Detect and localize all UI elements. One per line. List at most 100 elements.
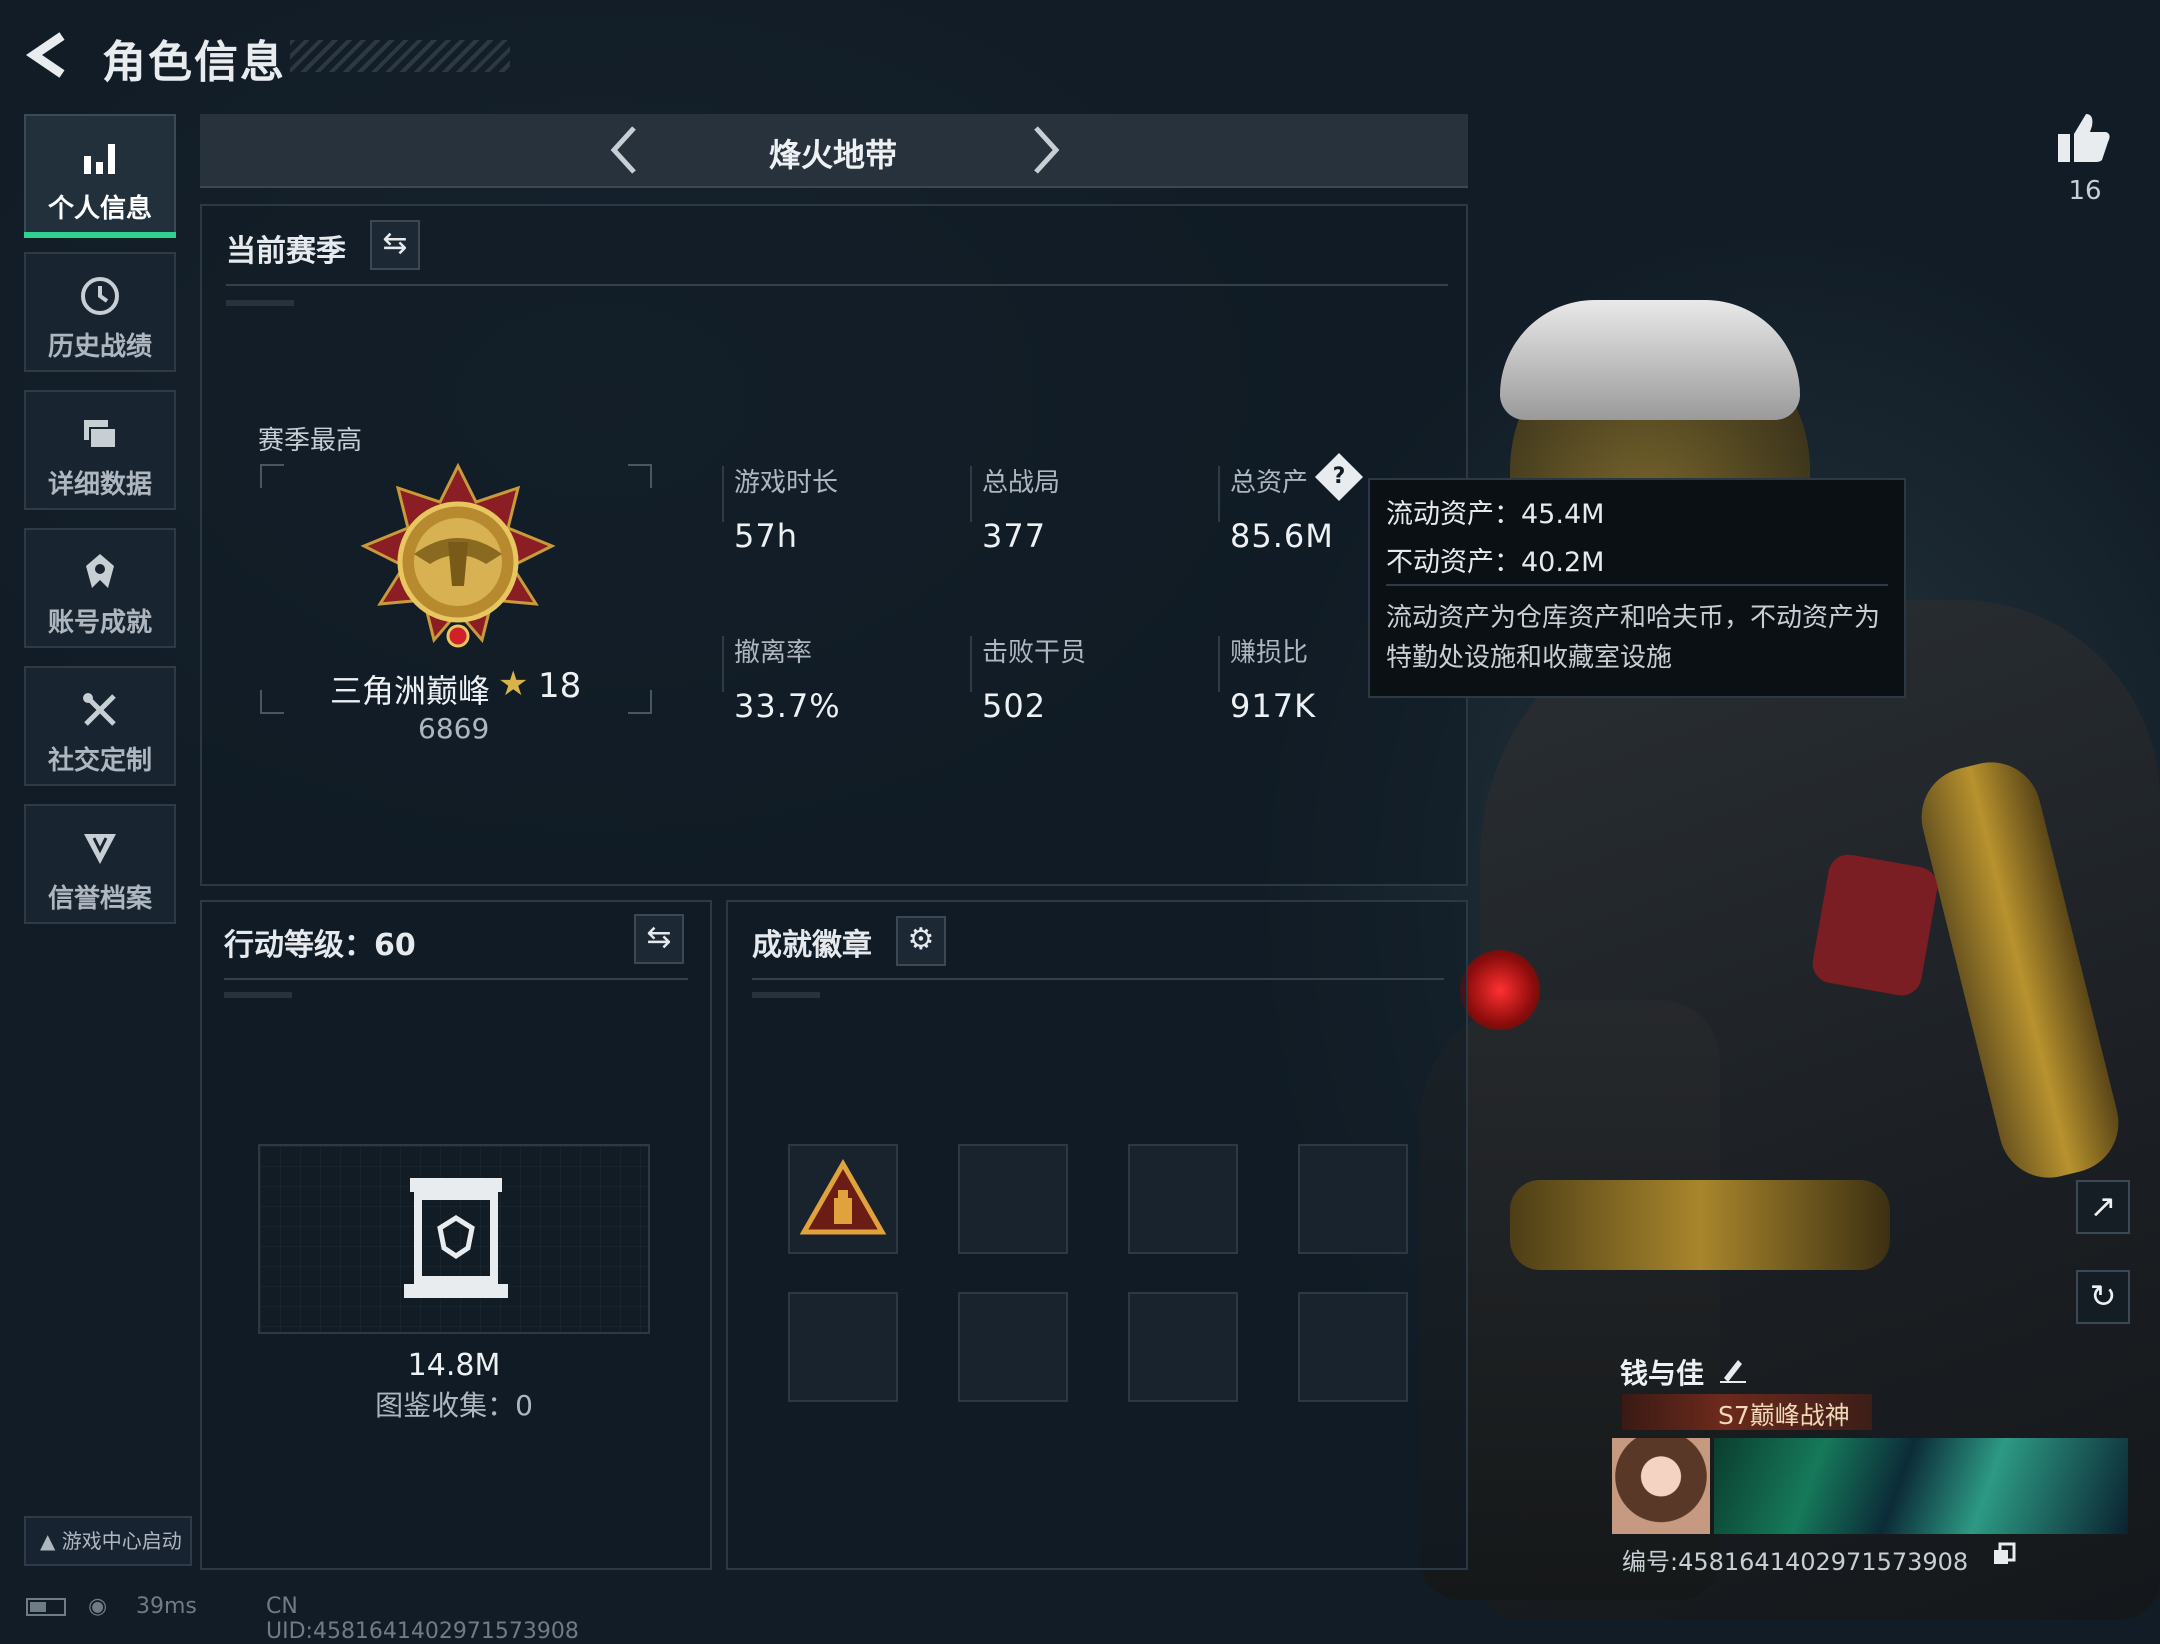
bell-icon: ▲ [40,1529,56,1553]
gear-icon: ⚙ [907,922,935,957]
sidebar-item-label: 社交定制 [47,746,152,776]
season-best-label: 赛季最高 [258,426,363,456]
assets-tooltip: 流动资产：45.4M 不动资产：40.2M 流动资产为仓库资产和哈夫币，不动资产… [1368,478,1906,698]
refresh-icon: ↻ [2089,1277,2117,1315]
sidebar-item-history[interactable]: 历史战绩 [24,252,176,372]
badge-slot-empty[interactable] [958,1144,1068,1254]
chevron-right-icon [1034,126,1060,174]
sidebar-item-label: 信誉档案 [47,884,152,914]
rank-star-count: 18 [538,666,582,706]
rank-emblem-icon [360,462,556,648]
sidebar-item-label: 账号成就 [47,608,152,638]
frame-corner [628,464,652,488]
badges-settings-button[interactable]: ⚙ [896,916,946,966]
stat-label: 游戏时长 [734,468,839,498]
account-uid: CN UID:4581641402971573908 [266,1594,579,1644]
folder-icon [78,412,122,456]
decor-tag [752,992,820,998]
character-hair [1500,300,1800,420]
stat-divider [722,466,724,522]
rank-score: 6869 [418,712,490,745]
badge-slot-empty[interactable] [788,1292,898,1402]
frame-corner [260,690,284,714]
mode-prev-button[interactable] [600,124,650,176]
rotate-button[interactable]: ↻ [2076,1270,2130,1324]
stat-label: 撤离率 [734,638,813,668]
stat-total-matches: 总战局 377 [982,462,1060,555]
decor-tag [226,300,294,306]
action-level-title: 行动等级：60 [224,928,416,963]
sidebar-item-achievements[interactable]: 账号成就 [24,528,176,648]
sidebar-item-personal-info[interactable]: 个人信息 [24,114,176,238]
like-count: 16 [2068,176,2102,206]
badge-slot-empty[interactable] [958,1292,1068,1402]
page-title: 角色信息 [102,37,286,88]
badge-slot-empty[interactable] [1298,1144,1408,1254]
ping: 39ms [136,1594,197,1619]
thumbs-up-icon[interactable] [2056,112,2112,164]
stat-play-time: 游戏时长 57h [734,462,838,555]
stat-divider [970,636,972,692]
title-decoration [290,40,510,72]
stat-value: 85.6M [1230,517,1334,555]
badge-slot-empty[interactable] [1128,1144,1238,1254]
player-title-plate: S7巅峰战神 [1622,1394,1872,1430]
frame-corner [628,690,652,714]
avatar[interactable] [1612,1438,1710,1534]
stat-label: 击败干员 [982,638,1087,668]
mode-selector: 烽火地带 [200,114,1468,188]
sidebar-item-label: 历史战绩 [47,332,152,362]
player-name: 钱与佳 [1620,1357,1705,1390]
decor-tag [224,992,292,998]
swap-icon: ⇆ [646,920,672,955]
sidebar-item-credit[interactable]: 信誉档案 [24,804,176,924]
season-switch-button[interactable]: ⇆ [370,220,420,270]
game-center-button[interactable]: ▲ 游戏中心启动 [24,1516,192,1566]
action-divider [224,978,688,980]
badge-slot-empty[interactable] [1298,1292,1408,1402]
player-title: S7巅峰战神 [1718,1401,1850,1430]
achievement-icon [78,550,122,594]
player-banner [1714,1438,2128,1534]
battery-icon [26,1598,66,1616]
tooltip-description: 流动资产为仓库资产和哈夫币，不动资产为特勤处设施和收藏室设施 [1386,603,1881,673]
stat-divider [1218,636,1220,692]
badge-slot-filled[interactable] [788,1144,898,1254]
game-center-label: 游戏中心启动 [61,1529,182,1553]
codex-count: 图鉴收集：0 [375,1389,533,1422]
vault-icon [404,1178,508,1298]
stat-value: 57h [734,517,798,555]
mode-next-button[interactable] [1020,124,1070,176]
star-icon: ★ [498,664,529,704]
swap-icon: ⇆ [382,226,408,261]
stat-divider [970,466,972,522]
action-switch-button[interactable]: ⇆ [634,914,684,964]
help-icon[interactable]: ? [1314,452,1364,502]
rank-name: 三角洲巅峰 [330,672,491,710]
share-button[interactable]: ↗ [2076,1180,2130,1234]
stat-profit-ratio: 赚损比 917K [1230,632,1316,725]
copy-icon[interactable] [1992,1542,2016,1566]
codex-value: 14.8M [407,1348,501,1383]
character-gold-gauntlet [1510,1180,1890,1270]
stat-value: 917K [1230,687,1317,725]
sidebar-item-label: 详细数据 [47,470,152,500]
tooltip-liquid-assets: 流动资产：45.4M [1386,499,1605,530]
bar-chart-icon [78,136,122,180]
stat-value: 33.7% [734,687,841,725]
badges-title: 成就徽章 [752,928,872,963]
stat-label: 赚损比 [1230,638,1309,668]
sidebar-item-detailed-data[interactable]: 详细数据 [24,390,176,510]
badge-slot-empty[interactable] [1128,1292,1238,1402]
edit-pencil-icon[interactable] [1718,1354,1748,1384]
badges-divider [752,978,1444,980]
back-button[interactable] [22,28,76,82]
player-id: 编号:4581641402971573908 [1622,1548,1969,1576]
tooltip-divider [1386,584,1888,586]
tooltip-fixed-assets: 不动资产：40.2M [1386,547,1605,578]
season-divider [226,284,1448,286]
history-clock-icon [78,274,122,318]
character-shoulder-patch [1809,851,1941,999]
sidebar-item-social[interactable]: 社交定制 [24,666,176,786]
mode-name: 烽火地带 [768,136,897,174]
